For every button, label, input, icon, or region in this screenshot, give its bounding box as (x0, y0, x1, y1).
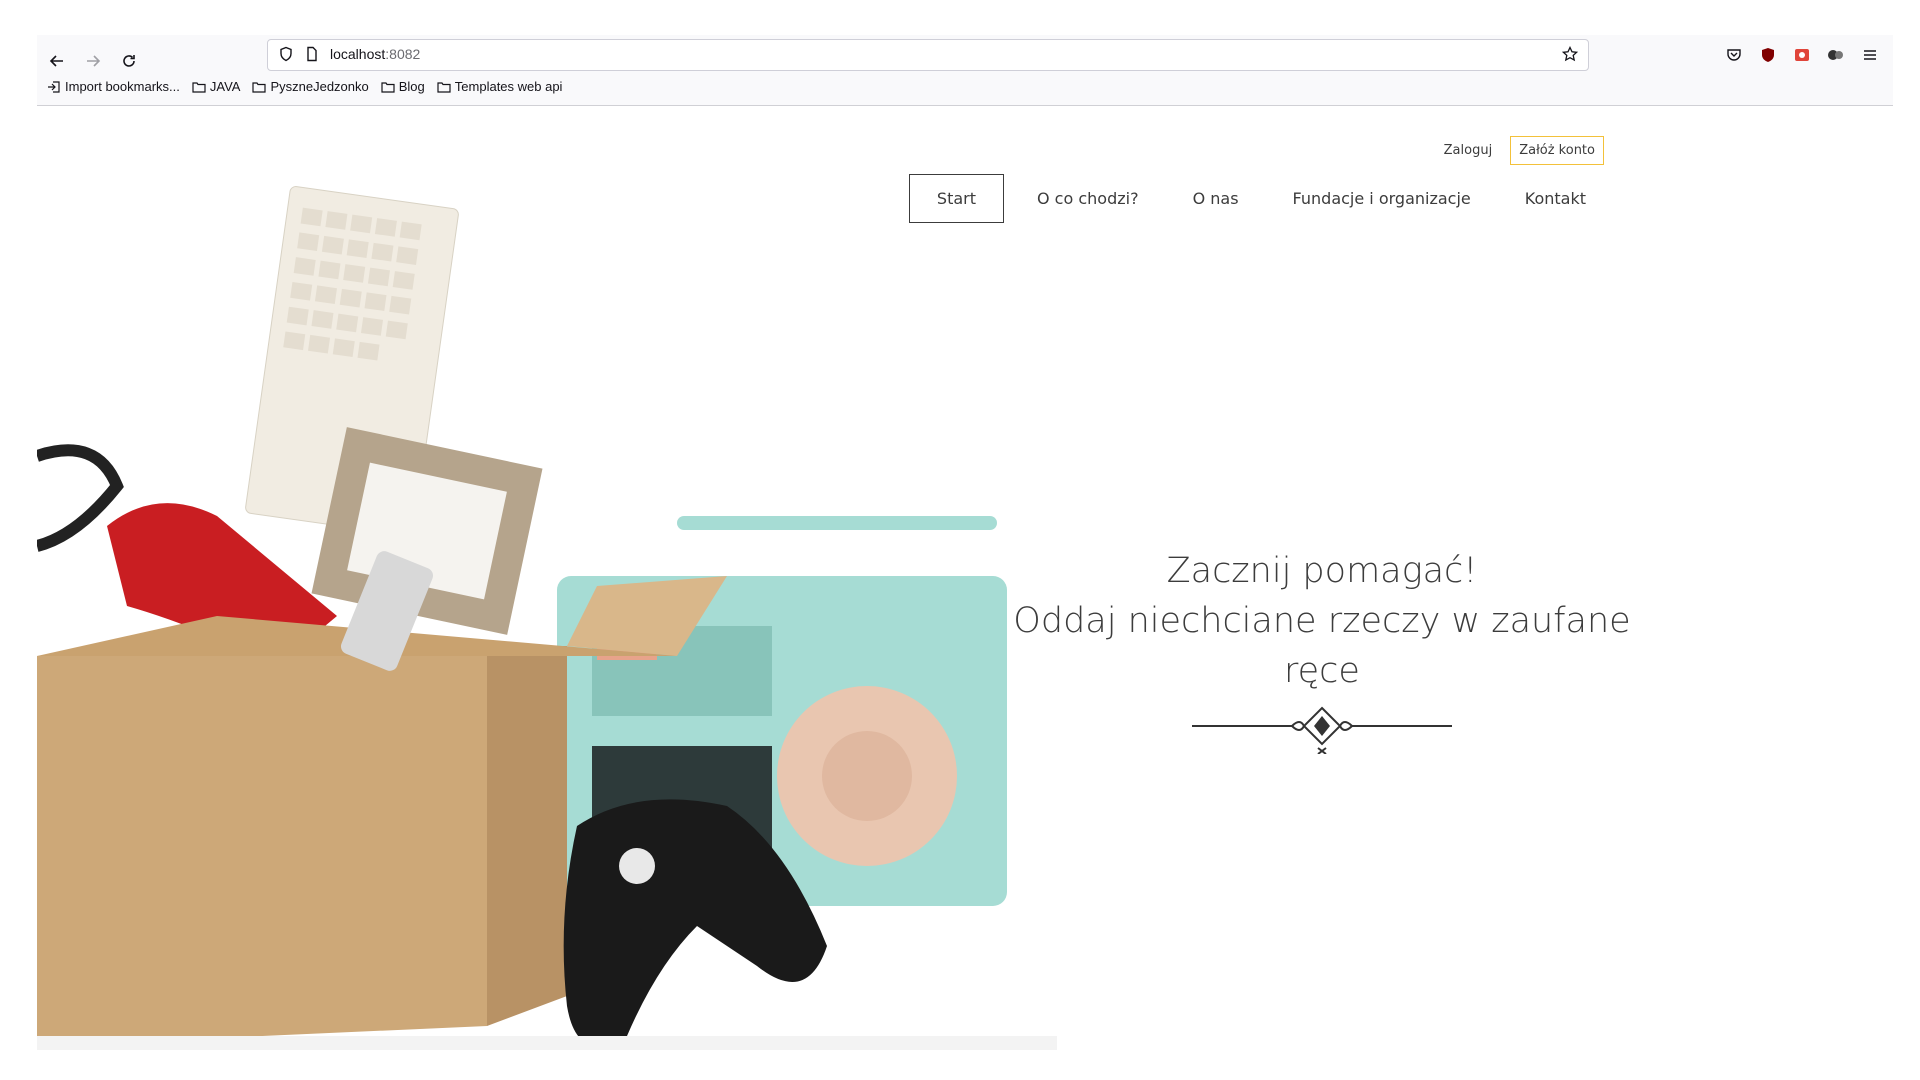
page-content: Zaloguj Załóż konto Start O co chodzi? O… (37, 106, 1893, 1050)
page-icon (307, 46, 317, 62)
import-icon (48, 80, 60, 93)
nav-fundacje[interactable]: Fundacje i organizacje (1266, 175, 1498, 222)
shield-icon (280, 46, 292, 62)
bookmark-folder-blog[interactable]: Blog (381, 79, 425, 94)
bookmark-folder-templates[interactable]: Templates web api (437, 79, 562, 94)
url-bar[interactable]: localhost:8082 (267, 39, 1589, 71)
nav-kontakt[interactable]: Kontakt (1498, 175, 1613, 222)
picture-frame-illustration (311, 427, 543, 635)
hero-text: Zacznij pomagać! Oddaj niechciane rzeczy… (977, 546, 1667, 758)
bookmark-star-icon[interactable] (1562, 46, 1578, 62)
ublock-icon[interactable] (1757, 44, 1779, 66)
browser-toolbar: localhost:8082 Import bookmarks... JAVA (37, 35, 1893, 106)
back-button[interactable] (43, 47, 71, 75)
bookmark-import[interactable]: Import bookmarks... (47, 79, 180, 94)
folder-icon (437, 81, 451, 93)
nav-o-nas[interactable]: O nas (1166, 175, 1266, 222)
menu-icon[interactable] (1859, 44, 1881, 66)
arrow-left-icon (49, 55, 63, 67)
folder-icon (252, 81, 267, 93)
login-link[interactable]: Zaloguj (1444, 143, 1493, 158)
register-button[interactable]: Załóż konto (1510, 136, 1604, 165)
reload-button[interactable] (115, 47, 143, 75)
screenshot-icon[interactable] (1791, 44, 1813, 66)
bookmark-folder-java[interactable]: JAVA (192, 79, 240, 94)
extension-icon[interactable] (1825, 44, 1847, 66)
hero-headline: Zacznij pomagać! (1166, 551, 1478, 591)
folder-icon (192, 81, 206, 93)
nav-start[interactable]: Start (908, 174, 1004, 223)
decorative-divider-icon (1192, 706, 1452, 755)
main-nav: Start O co chodzi? O nas Fundacje i orga… (908, 174, 1613, 223)
folder-icon (381, 81, 395, 93)
arrow-right-icon (87, 55, 101, 67)
hero-subheadline: Oddaj niechciane rzeczy w zaufane ręce (1013, 601, 1631, 691)
bookmark-folder-pyszne[interactable]: PyszneJedzonko (252, 79, 369, 94)
reload-icon (123, 55, 135, 67)
nav-o-co-chodzi[interactable]: O co chodzi? (1010, 175, 1166, 222)
url-text: localhost:8082 (330, 46, 421, 62)
pocket-icon[interactable] (1723, 44, 1745, 66)
bookmarks-bar: Import bookmarks... JAVA PyszneJedzonko … (47, 79, 562, 94)
hero-image (37, 186, 1057, 1050)
forward-button[interactable] (79, 47, 107, 75)
